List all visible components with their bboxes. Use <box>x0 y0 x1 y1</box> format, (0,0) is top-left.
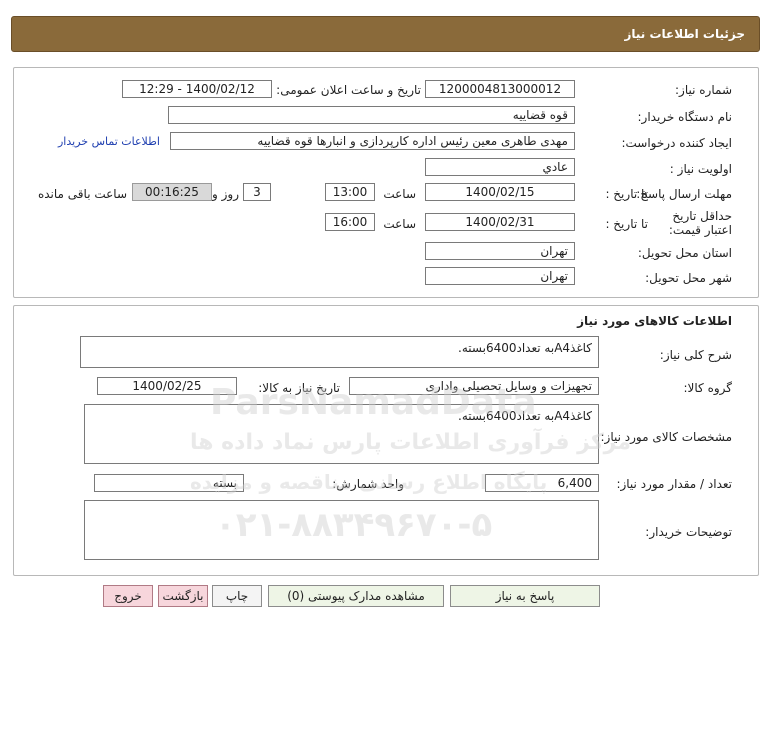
validity-time-label: ساعت <box>383 217 416 231</box>
unit-field: بسته <box>94 474 244 492</box>
send-date-field: 1400/02/15 <box>425 183 575 201</box>
need-date-field: 1400/02/25 <box>97 377 237 395</box>
priority-field: عادي <box>425 158 575 176</box>
specs-label: مشخصات کالای مورد نیاز: <box>600 430 732 444</box>
group-label: گروه کالا: <box>683 381 733 395</box>
need-number-label: شماره نیاز: <box>675 83 732 97</box>
exit-button[interactable]: خروج <box>103 585 153 607</box>
priority-label: اولویت نیاز : <box>669 162 732 176</box>
summary-field: کاغذA4به تعداد6400بسته. <box>80 336 599 368</box>
attachments-button[interactable]: مشاهده مدارک پیوستی (0) <box>268 585 444 607</box>
buyer-contact-link[interactable]: اطلاعات تماس خریدار <box>58 135 160 148</box>
announce-field: 1400/02/12 - 12:29 <box>122 80 272 98</box>
send-time-field: 13:00 <box>325 183 375 201</box>
goods-section-title: اطلاعات کالاهای مورد نیاز <box>577 314 732 328</box>
notes-label: توضیحات خریدار: <box>645 525 732 539</box>
group-field: تجهیزات و وسایل تحصیلی واداری <box>349 377 599 395</box>
validity-label: حداقل تاریخ اعتبار قیمت: <box>668 209 732 237</box>
send-until-date-label: تا تاریخ : <box>605 187 648 201</box>
notes-field <box>84 500 599 560</box>
province-label: استان محل تحویل: <box>637 246 732 260</box>
print-button[interactable]: چاپ <box>212 585 262 607</box>
qty-field: 6,400 <box>485 474 599 492</box>
send-time-label: ساعت <box>383 187 416 201</box>
province-field: تهران <box>425 242 575 260</box>
city-label: شهر محل تحویل: <box>645 271 732 285</box>
qty-label: تعداد / مقدار مورد نیاز: <box>616 477 732 491</box>
need-details-panel <box>13 67 759 298</box>
days-label: روز و <box>212 187 239 201</box>
page-header: جزئیات اطلاعات نیاز <box>11 16 760 52</box>
summary-label: شرح کلی نیاز: <box>659 348 732 362</box>
back-button[interactable]: بازگشت <box>158 585 208 607</box>
remaining-label: ساعت باقی مانده <box>37 187 127 201</box>
remaining-time-field: 00:16:25 <box>132 183 212 201</box>
buyer-field: قوه قضاییه <box>168 106 575 124</box>
creator-field: مهدی طاهری معین رئیس اداره کارپردازی و ا… <box>170 132 575 150</box>
need-number-field: 1200004813000012 <box>425 80 575 98</box>
buyer-label: نام دستگاه خریدار: <box>637 110 733 124</box>
unit-label: واحد شمارش: <box>332 477 404 491</box>
validity-time-field: 16:00 <box>325 213 375 231</box>
reply-button[interactable]: پاسخ به نیاز <box>450 585 600 607</box>
days-field: 3 <box>243 183 271 201</box>
send-deadline-label: مهلت ارسال پاسخ: <box>636 187 732 201</box>
page-title: جزئیات اطلاعات نیاز <box>624 27 745 41</box>
need-date-label: تاریخ نیاز به کالا: <box>258 381 340 395</box>
validity-until-label: تا تاریخ : <box>605 217 648 231</box>
specs-field: کاغذA4به تعداد6400بسته. <box>84 404 599 464</box>
city-field: تهران <box>425 267 575 285</box>
announce-label: تاریخ و ساعت اعلان عمومی: <box>276 83 421 97</box>
validity-date-field: 1400/02/31 <box>425 213 575 231</box>
creator-label: ایجاد کننده درخواست: <box>621 136 732 150</box>
